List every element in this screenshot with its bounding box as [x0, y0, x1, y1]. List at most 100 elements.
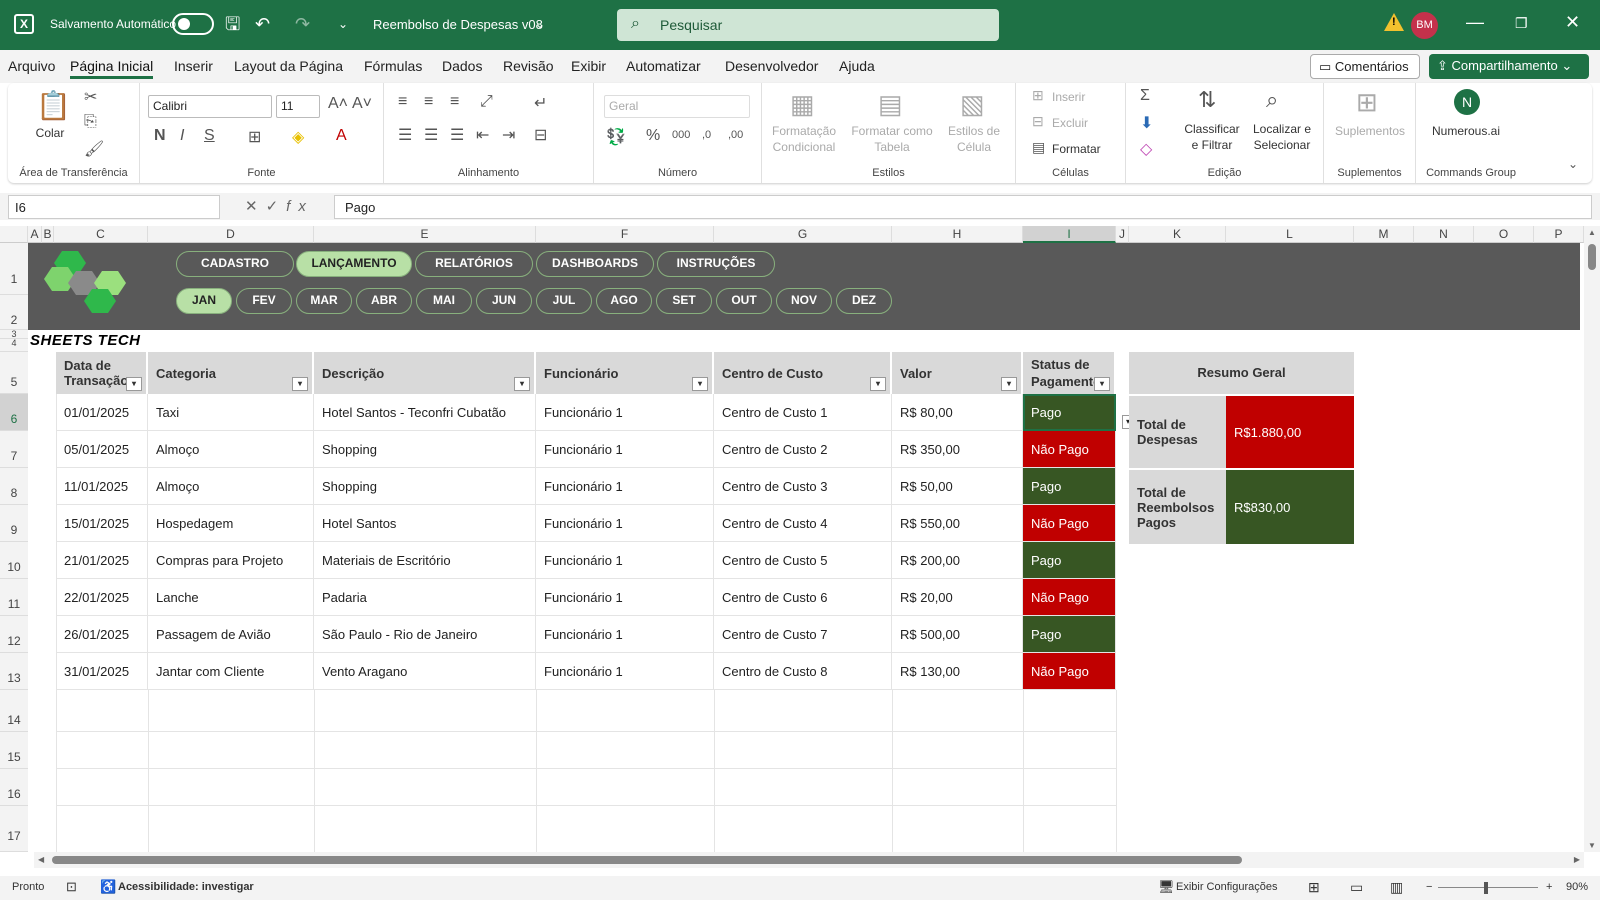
horizontal-scroll-thumb[interactable] — [52, 856, 1242, 864]
page-break-view-icon[interactable]: ▥ — [1390, 879, 1403, 896]
cell-status[interactable]: Pago — [1023, 542, 1116, 579]
cell-value[interactable]: R$ 80,00 — [892, 394, 1023, 431]
search-box[interactable]: ⌕ Pesquisar — [617, 9, 999, 41]
cell-description[interactable]: Vento Aragano — [314, 653, 536, 690]
comments-button[interactable]: ▭ Comentários — [1310, 54, 1420, 79]
row-header-11[interactable]: 11 — [0, 579, 28, 616]
format-cells-button[interactable]: Formatar — [1052, 141, 1101, 157]
cell-status[interactable]: Pago — [1023, 394, 1116, 431]
column-header-e[interactable]: E — [314, 226, 536, 243]
column-header-p[interactable]: P — [1534, 226, 1584, 243]
cell-description[interactable]: Hotel Santos — [314, 505, 536, 542]
accessibility-status[interactable]: Acessibilidade: investigar — [118, 881, 254, 893]
cell-date[interactable]: 22/01/2025 — [56, 579, 148, 616]
row-header-4[interactable]: 4 — [0, 339, 28, 352]
scroll-left-icon[interactable]: ◀ — [38, 855, 44, 864]
nav-tab-relatorios[interactable]: RELATÓRIOS — [415, 251, 533, 277]
align-left-icon[interactable]: ☰ — [398, 125, 412, 145]
cell-employee[interactable]: Funcionário 1 — [536, 431, 714, 468]
cell-value[interactable]: R$ 350,00 — [892, 431, 1023, 468]
cell-date[interactable]: 05/01/2025 — [56, 431, 148, 468]
month-tab-nov[interactable]: NOV — [776, 288, 832, 314]
cell-category[interactable]: Taxi — [148, 394, 314, 431]
cell-cost-center[interactable]: Centro de Custo 1 — [714, 394, 892, 431]
autosum-icon[interactable]: Σ — [1140, 87, 1150, 105]
row-header-5[interactable]: 5 — [0, 352, 28, 394]
restore-icon[interactable]: ❐ — [1515, 15, 1528, 32]
cell-employee[interactable]: Funcionário 1 — [536, 616, 714, 653]
decrease-decimal-icon[interactable]: ,00 — [728, 129, 743, 141]
month-tab-jan[interactable]: JAN — [176, 288, 232, 314]
accessibility-icon[interactable]: ♿ — [100, 879, 116, 895]
cell-description[interactable]: Materiais de Escritório — [314, 542, 536, 579]
row-header-12[interactable]: 12 — [0, 616, 28, 653]
cell-value[interactable]: R$ 500,00 — [892, 616, 1023, 653]
column-header-l[interactable]: L — [1226, 226, 1354, 243]
row-header-14[interactable]: 14 — [0, 690, 28, 732]
cell-description[interactable]: Hotel Santos - Teconfri Cubatão — [314, 394, 536, 431]
zoom-level[interactable]: 90% — [1566, 881, 1588, 893]
cell-category[interactable]: Jantar com Cliente — [148, 653, 314, 690]
scroll-right-icon[interactable]: ▶ — [1574, 855, 1580, 864]
underline-icon[interactable]: S — [204, 127, 215, 145]
nav-tab-lancamento[interactable]: LANÇAMENTO — [296, 251, 412, 277]
thousands-icon[interactable]: 000 — [672, 129, 690, 141]
decrease-indent-icon[interactable]: ⇤ — [476, 125, 489, 145]
cell-status[interactable]: Pago — [1023, 616, 1116, 653]
cell-date[interactable]: 26/01/2025 — [56, 616, 148, 653]
numerous-ai-icon[interactable]: N — [1454, 89, 1480, 115]
cell-date[interactable]: 31/01/2025 — [56, 653, 148, 690]
normal-view-icon[interactable]: ⊞ — [1308, 879, 1320, 896]
close-icon[interactable]: ✕ — [1565, 12, 1580, 33]
italic-icon[interactable]: I — [180, 127, 184, 145]
clear-icon[interactable]: ◇ — [1140, 139, 1152, 159]
sort-filter-icon[interactable]: ⇅ — [1198, 87, 1216, 113]
name-box[interactable]: I6 — [8, 195, 220, 219]
month-tab-mar[interactable]: MAR — [296, 288, 352, 314]
scroll-up-icon[interactable]: ▲ — [1588, 228, 1596, 237]
month-tab-ago[interactable]: AGO — [596, 288, 652, 314]
cell-styles-button[interactable]: Estilos de Célula — [942, 123, 1006, 155]
enter-icon[interactable]: ✓ — [266, 198, 287, 215]
cell-category[interactable]: Almoço — [148, 431, 314, 468]
zoom-slider-handle[interactable] — [1484, 882, 1488, 894]
conditional-format-icon[interactable]: ▦ — [790, 89, 815, 120]
increase-decimal-icon[interactable]: ,0 — [702, 129, 711, 141]
row-header-10[interactable]: 10 — [0, 542, 28, 579]
conditional-format-button[interactable]: Formatação Condicional — [764, 123, 844, 155]
cell-cost-center[interactable]: Centro de Custo 5 — [714, 542, 892, 579]
row-header-13[interactable]: 13 — [0, 653, 28, 690]
numerous-ai-button[interactable]: Numerous.ai — [1416, 123, 1516, 139]
cell-employee[interactable]: Funcionário 1 — [536, 394, 714, 431]
cell-cost-center[interactable]: Centro de Custo 4 — [714, 505, 892, 542]
cell-status[interactable]: Pago — [1023, 468, 1116, 505]
cell-value[interactable]: R$ 50,00 — [892, 468, 1023, 505]
column-header-k[interactable]: K — [1129, 226, 1226, 243]
cell-category[interactable]: Hospedagem — [148, 505, 314, 542]
cell-description[interactable]: Shopping — [314, 431, 536, 468]
increase-font-icon[interactable]: A˄ — [328, 95, 348, 113]
cell-category[interactable]: Almoço — [148, 468, 314, 505]
row-header-16[interactable]: 16 — [0, 769, 28, 806]
cell-cost-center[interactable]: Centro de Custo 8 — [714, 653, 892, 690]
format-cells-icon[interactable]: ▤ — [1032, 139, 1045, 156]
cell-status[interactable]: Não Pago — [1023, 505, 1116, 542]
autosave-toggle[interactable] — [172, 13, 214, 35]
number-format-select[interactable]: Geral — [604, 95, 750, 118]
cell-cost-center[interactable]: Centro de Custo 2 — [714, 431, 892, 468]
undo-icon[interactable]: ↶ — [255, 14, 270, 34]
filter-dropdown-icon[interactable]: ▾ — [1001, 377, 1017, 391]
filter-dropdown-icon[interactable]: ▾ — [870, 377, 886, 391]
row-header-7[interactable]: 7 — [0, 431, 28, 468]
month-tab-mai[interactable]: MAI — [416, 288, 472, 314]
minimize-icon[interactable]: — — [1466, 12, 1484, 33]
sort-filter-button[interactable]: Classificar e Filtrar — [1180, 121, 1244, 153]
horizontal-scrollbar[interactable]: ◀ ▶ — [34, 852, 1584, 868]
column-header-g[interactable]: G — [714, 226, 892, 243]
align-middle-icon[interactable]: ≡ — [424, 93, 433, 111]
row-header-1[interactable]: 1 — [0, 243, 28, 295]
macro-record-icon[interactable]: ⊡ — [66, 879, 77, 895]
format-table-icon[interactable]: ▤ — [878, 89, 903, 120]
cell-description[interactable]: São Paulo - Rio de Janeiro — [314, 616, 536, 653]
nav-tab-dashboards[interactable]: DASHBOARDS — [536, 251, 654, 277]
